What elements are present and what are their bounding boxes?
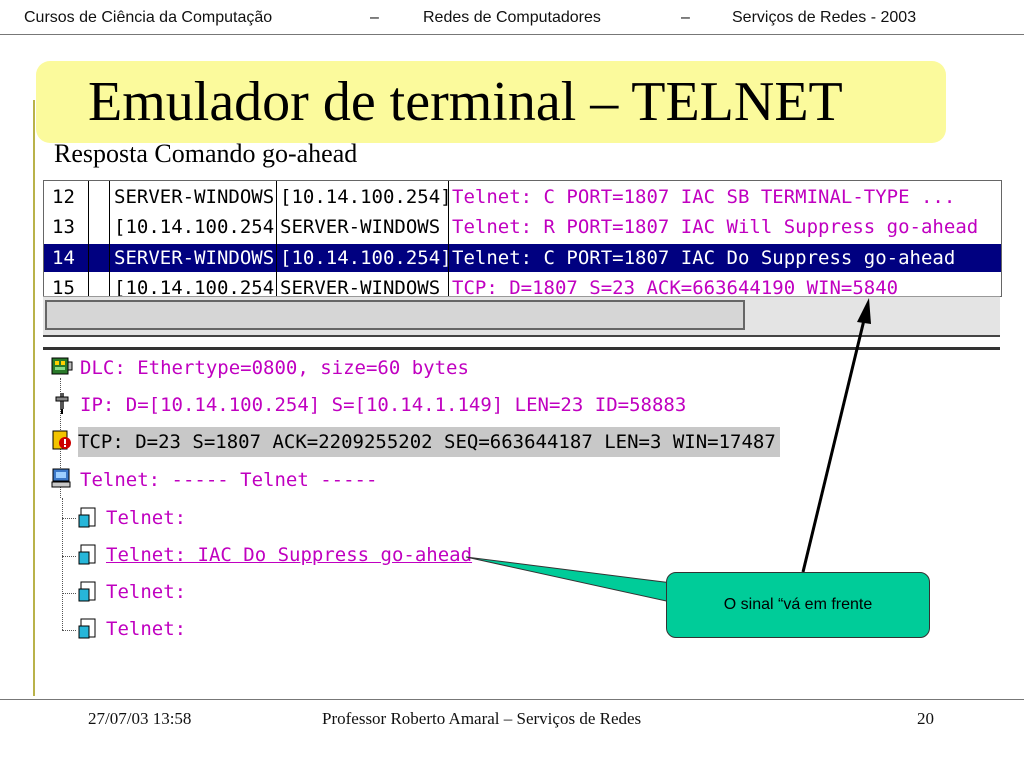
tree-child-telnet[interactable]: Telnet:	[106, 503, 186, 533]
header-separator: –	[370, 9, 379, 26]
column-separator	[276, 181, 277, 296]
footer-center: Professor Roberto Amaral – Serviços de R…	[322, 709, 642, 728]
tree-connector	[62, 518, 76, 519]
document-icon	[78, 618, 96, 639]
packet-row[interactable]: 12 SERVER-WINDOWS [10.14.100.254] Telnet…	[44, 183, 1001, 211]
horizontal-scrollbar[interactable]	[43, 296, 1000, 337]
packet-summary: Telnet: C PORT=1807 IAC Do Suppress go-a…	[452, 247, 956, 269]
packet-number: 13	[52, 216, 75, 238]
telnet-computer-icon	[51, 468, 71, 488]
packet-destination: SERVER-WINDOWS	[280, 216, 441, 238]
tree-item-telnet[interactable]: Telnet: ----- Telnet -----	[80, 465, 377, 495]
header-subject: Redes de Computadores	[423, 9, 601, 26]
packet-source: SERVER-WINDOWS	[114, 186, 274, 208]
packet-summary: Telnet: R PORT=1807 IAC Will Suppress go…	[452, 216, 979, 238]
packet-source: [10.14.100.254	[114, 277, 274, 297]
slide-header: Cursos de Ciência da Computação – Redes …	[0, 0, 1024, 34]
packet-number: 14	[52, 247, 75, 269]
left-accent-rule	[33, 100, 35, 696]
document-icon	[78, 581, 96, 602]
column-separator	[109, 181, 110, 296]
packet-number: 15	[52, 277, 75, 297]
slide-title: Emulador de terminal – TELNET	[88, 71, 843, 133]
packet-destination: [10.14.100.254]	[280, 247, 448, 269]
column-separator	[88, 181, 89, 296]
packet-row[interactable]: 15 [10.14.100.254 SERVER-WINDOWS TCP: D=…	[44, 274, 1001, 297]
network-card-icon	[51, 357, 73, 375]
packet-row[interactable]: 14 SERVER-WINDOWS [10.14.100.254] Telnet…	[44, 244, 1001, 272]
packet-summary: Telnet: C PORT=1807 IAC SB TERMINAL-TYPE…	[452, 186, 956, 208]
page-number: 20	[917, 709, 934, 728]
packet-number: 12	[52, 186, 75, 208]
packet-row[interactable]: 13 [10.14.100.254 SERVER-WINDOWS Telnet:…	[44, 213, 1001, 241]
packet-destination: SERVER-WINDOWS	[280, 277, 441, 297]
tree-child-telnet[interactable]: Telnet:	[106, 614, 186, 644]
footer-date: 27/07/03 13:58	[88, 709, 192, 728]
callout-box: O sinal “vá em frente	[666, 572, 930, 638]
packet-source: SERVER-WINDOWS	[114, 247, 274, 269]
tree-child-telnet-iac[interactable]: Telnet: IAC Do Suppress go-ahead	[106, 540, 472, 570]
tree-item-dlc[interactable]: DLC: Ethertype=0800, size=60 bytes	[80, 353, 469, 383]
footer-rule	[0, 699, 1024, 700]
header-topic: Serviços de Redes - 2003	[732, 9, 917, 26]
packet-summary: TCP: D=1807 S=23 ACK=663644190 WIN=5840	[452, 277, 899, 297]
slide-subtitle: Resposta Comando go-ahead	[54, 139, 358, 168]
header-course: Cursos de Ciência da Computação	[24, 9, 273, 26]
callout-text: O sinal “vá em frente	[723, 596, 873, 613]
tree-child-telnet[interactable]: Telnet:	[106, 577, 186, 607]
tree-connector	[62, 556, 76, 557]
header-rule	[0, 34, 1024, 35]
ip-plug-icon	[55, 393, 69, 414]
tree-connector	[62, 630, 76, 631]
document-icon	[78, 507, 96, 528]
document-icon	[78, 544, 96, 565]
column-separator	[448, 181, 449, 296]
packet-destination: [10.14.100.254]	[280, 186, 448, 208]
header-separator: –	[681, 9, 690, 26]
tree-item-ip[interactable]: IP: D=[10.14.100.254] S=[10.14.1.149] LE…	[80, 390, 686, 420]
tree-connector	[62, 593, 76, 594]
tcp-warning-icon	[52, 430, 71, 450]
tree-item-tcp[interactable]: TCP: D=23 S=1807 ACK=2209255202 SEQ=6636…	[78, 427, 780, 457]
packet-list: 12 SERVER-WINDOWS [10.14.100.254] Telnet…	[43, 180, 1002, 297]
packet-source: [10.14.100.254	[114, 216, 274, 238]
scrollbar-thumb[interactable]	[45, 300, 745, 330]
